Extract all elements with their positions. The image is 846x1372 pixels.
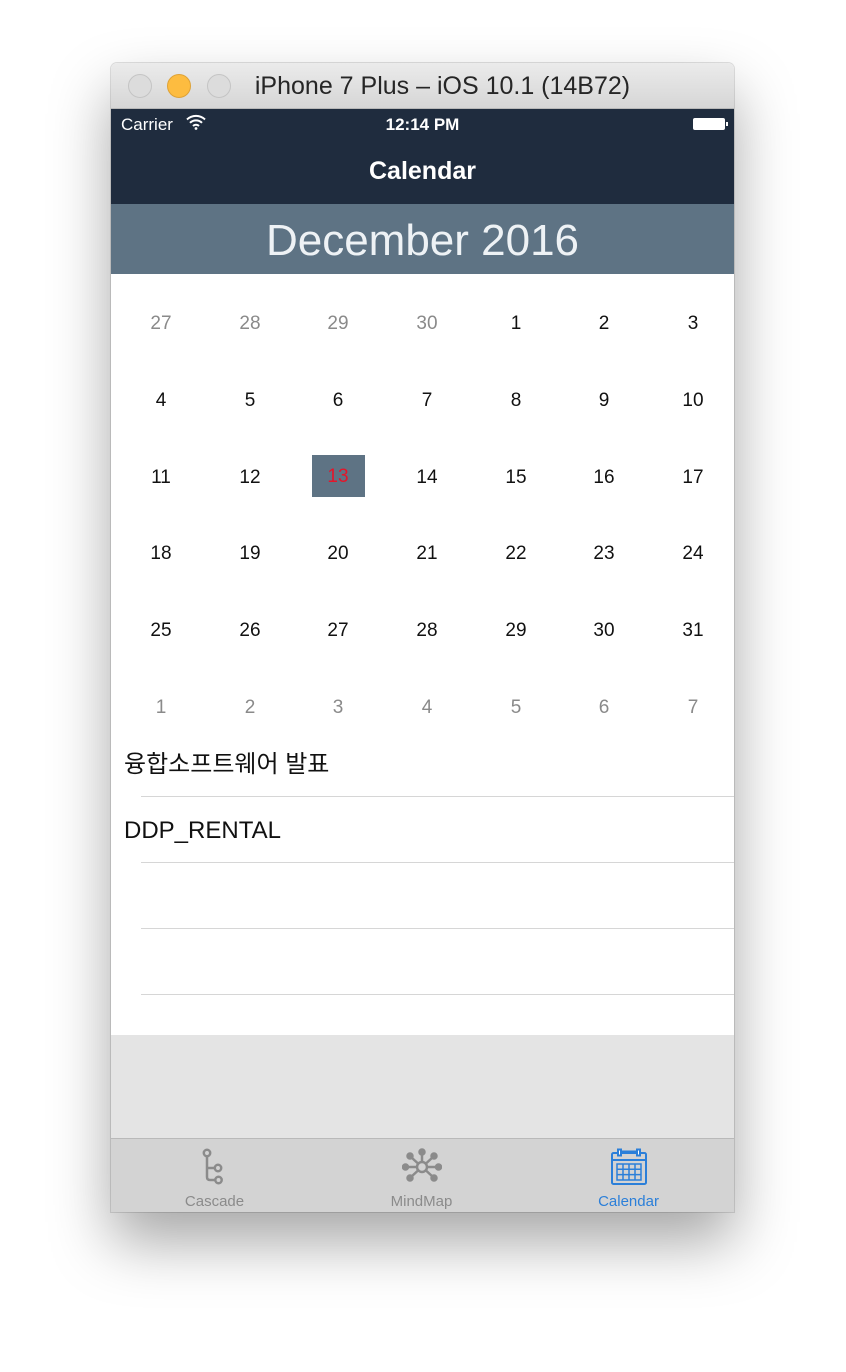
calendar-day[interactable]: 15 bbox=[472, 440, 560, 516]
status-time: 12:14 PM bbox=[385, 115, 460, 134]
calendar-day[interactable]: 30 bbox=[383, 286, 471, 362]
calendar-day[interactable]: 10 bbox=[649, 363, 734, 439]
calendar-icon bbox=[609, 1147, 649, 1187]
calendar-day[interactable]: 8 bbox=[472, 363, 560, 439]
calendar-day[interactable]: 28 bbox=[383, 593, 471, 669]
calendar-day[interactable]: 23 bbox=[560, 516, 648, 592]
row-divider bbox=[141, 994, 734, 995]
calendar-day[interactable]: 14 bbox=[383, 440, 471, 516]
calendar-day-selected[interactable]: 13 bbox=[294, 440, 382, 516]
battery-icon bbox=[693, 118, 728, 130]
calendar-grid: 27 28 29 30 1 2 3 4 5 6 7 8 9 10 11 12 13 14 15 16 17 18 19 20 2… bbox=[111, 274, 734, 742]
tab-calendar[interactable]: Calendar bbox=[525, 1139, 732, 1212]
event-row[interactable] bbox=[111, 863, 734, 929]
calendar-day[interactable]: 19 bbox=[206, 516, 294, 592]
calendar-day[interactable]: 5 bbox=[206, 363, 294, 439]
empty-area bbox=[111, 1035, 734, 1138]
month-title: December 2016 bbox=[111, 204, 734, 274]
tab-label: MindMap bbox=[390, 1193, 453, 1210]
tab-cascade[interactable]: Cascade bbox=[111, 1139, 318, 1212]
event-title: DDP_RENTAL bbox=[124, 817, 281, 844]
event-title: 융합소프트웨어 발표 bbox=[124, 751, 330, 778]
simulator-window: iPhone 7 Plus – iOS 10.1 (14B72) Carrier… bbox=[111, 63, 734, 1212]
calendar-day[interactable]: 27 bbox=[294, 593, 382, 669]
calendar-day[interactable]: 1 bbox=[472, 286, 560, 362]
calendar-day[interactable]: 6 bbox=[294, 363, 382, 439]
calendar-day[interactable]: 12 bbox=[206, 440, 294, 516]
event-row[interactable]: 융합소프트웨어 발표 bbox=[111, 731, 734, 797]
calendar-day[interactable]: 4 bbox=[117, 363, 205, 439]
calendar-day[interactable]: 18 bbox=[117, 516, 205, 592]
event-list: 융합소프트웨어 발표 DDP_RENTAL bbox=[111, 731, 734, 1035]
selected-day-label: 13 bbox=[311, 454, 365, 497]
calendar-day[interactable]: 22 bbox=[472, 516, 560, 592]
calendar-day[interactable]: 9 bbox=[560, 363, 648, 439]
calendar-day[interactable]: 30 bbox=[560, 593, 648, 669]
calendar-day[interactable]: 17 bbox=[649, 440, 734, 516]
nav-title: Calendar bbox=[111, 139, 734, 204]
mindmap-icon bbox=[401, 1147, 442, 1187]
calendar-day[interactable]: 2 bbox=[560, 286, 648, 362]
calendar-day[interactable]: 11 bbox=[117, 440, 205, 516]
window-title: iPhone 7 Plus – iOS 10.1 (14B72) bbox=[254, 72, 631, 100]
calendar-day[interactable]: 24 bbox=[649, 516, 734, 592]
event-row[interactable]: DDP_RENTAL bbox=[111, 797, 734, 863]
calendar-day[interactable]: 29 bbox=[472, 593, 560, 669]
window-titlebar: iPhone 7 Plus – iOS 10.1 (14B72) bbox=[111, 63, 734, 109]
cascade-icon bbox=[195, 1147, 235, 1187]
calendar-day[interactable]: 16 bbox=[560, 440, 648, 516]
event-row[interactable] bbox=[111, 929, 734, 995]
tab-bar: Cascade MindMap Calendar bbox=[111, 1138, 734, 1212]
calendar-day[interactable]: 3 bbox=[649, 286, 734, 362]
calendar-day[interactable]: 28 bbox=[206, 286, 294, 362]
calendar-day[interactable]: 20 bbox=[294, 516, 382, 592]
calendar-day[interactable]: 31 bbox=[649, 593, 734, 669]
calendar-day[interactable]: 26 bbox=[206, 593, 294, 669]
calendar-day[interactable]: 27 bbox=[117, 286, 205, 362]
calendar-day[interactable]: 21 bbox=[383, 516, 471, 592]
calendar-day[interactable]: 7 bbox=[383, 363, 471, 439]
tab-label: Calendar bbox=[598, 1193, 659, 1210]
tab-mindmap[interactable]: MindMap bbox=[318, 1139, 525, 1212]
tab-label: Cascade bbox=[184, 1193, 245, 1210]
status-bar: Carrier 12:14 PM bbox=[111, 109, 734, 139]
calendar-day[interactable]: 25 bbox=[117, 593, 205, 669]
calendar-day[interactable]: 29 bbox=[294, 286, 382, 362]
